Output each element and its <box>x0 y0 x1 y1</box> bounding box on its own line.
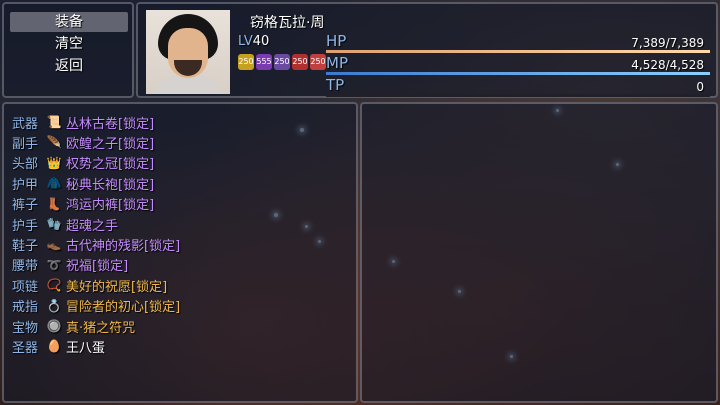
slot-type-label: 戒指 <box>12 300 39 316</box>
lock-tag: [锁定] <box>144 238 181 254</box>
equip-slot[interactable]: 副手 🪶 欧鳇之子 [锁定] <box>12 132 154 152</box>
purple-buff-icon: 250 <box>274 54 290 70</box>
slot-type-label: 腰带 <box>12 259 39 275</box>
purple-buff-icon: 555 <box>256 54 272 70</box>
lock-tag: [锁定] <box>118 116 155 132</box>
red-buff-icon: 250 <box>310 54 326 70</box>
item-name: 真·猪之符咒 <box>66 320 136 336</box>
hp-label: HP <box>326 32 347 50</box>
equip-slot[interactable]: 圣器 🥚 王八蛋 <box>12 336 105 356</box>
item-name: 祝福 <box>66 259 93 275</box>
slot-type-label: 护甲 <box>12 177 39 193</box>
slot-type-label: 鞋子 <box>12 238 39 254</box>
item-name: 超魂之手 <box>66 218 119 234</box>
slot-type-label: 裤子 <box>12 198 39 214</box>
equip-slot[interactable]: 武器 📜 丛林古卷 [锁定] <box>12 112 154 132</box>
hp-value: 7,389/7,389 <box>631 36 704 50</box>
tp-value: 0 <box>696 80 704 94</box>
command-equip[interactable]: 装备 <box>10 12 128 32</box>
egg-icon: 🥚 <box>46 339 62 354</box>
slot-type-label: 项链 <box>12 279 39 295</box>
lock-tag: [锁定] <box>118 157 155 173</box>
belt-icon: ➰ <box>46 257 62 272</box>
actor-level: LV40 <box>238 34 269 49</box>
robe-icon: 🧥 <box>46 176 62 191</box>
mp-label: MP <box>326 54 348 72</box>
item-detail-window <box>360 102 718 403</box>
equip-slot[interactable]: 鞋子 👞 古代神的残影 [锁定] <box>12 234 180 254</box>
slot-type-label: 圣器 <box>12 340 39 356</box>
red-buff-icon: 250 <box>292 54 308 70</box>
mp-value: 4,528/4,528 <box>631 58 704 72</box>
item-name: 古代神的残影 <box>66 238 145 254</box>
lock-tag: [锁定] <box>118 198 155 214</box>
boot-icon: 👢 <box>46 196 62 211</box>
glove-icon: 🧤 <box>46 217 62 231</box>
status-window: 窃格瓦拉·周 LV40 250 555 250 250 250 HP 7,389/7,3… <box>136 2 718 98</box>
mp-gauge-fill <box>326 72 710 75</box>
equipment-window: 武器 📜 丛林古卷 [锁定] 副手 🪶 欧鳇之子 [锁定] 头部 👑 权势之冠 [锁定] 护甲 🧥 秘典长袍… <box>2 102 358 403</box>
level-label: LV <box>238 34 253 49</box>
state-icons: 250 555 250 250 250 <box>238 54 326 70</box>
tp-label: TP <box>326 76 345 94</box>
item-name: 丛林古卷 <box>66 116 119 132</box>
feather-icon: 🪶 <box>46 135 62 150</box>
item-name: 冒险者的初心 <box>66 300 145 316</box>
lock-tag: [锁定] <box>118 136 155 152</box>
shoe-icon: 👞 <box>46 237 62 252</box>
lock-tag: [锁定] <box>118 177 155 193</box>
hp-gauge-fill <box>326 50 710 53</box>
tp-gauge <box>326 94 710 97</box>
command-clear[interactable]: 清空 <box>10 34 128 54</box>
item-name: 王八蛋 <box>66 340 106 356</box>
equip-slot[interactable]: 戒指 💍 冒险者的初心 [锁定] <box>12 296 180 316</box>
item-name: 美好的祝愿 <box>66 279 132 295</box>
hp-gauge <box>326 50 710 53</box>
equip-slot[interactable]: 腰带 ➰ 祝福 [锁定] <box>12 255 128 275</box>
lock-tag: [锁定] <box>144 300 181 316</box>
equip-slot[interactable]: 护手 🧤 超魂之手 <box>12 214 118 234</box>
item-name: 秘典长袍 <box>66 177 119 193</box>
equip-slot[interactable]: 护甲 🧥 秘典长袍 [锁定] <box>12 173 154 193</box>
scroll-icon: 📜 <box>46 115 62 129</box>
slot-type-label: 副手 <box>12 136 39 152</box>
level-value: 40 <box>252 34 270 49</box>
equip-slot[interactable]: 裤子 👢 鸿运内裤 [锁定] <box>12 194 154 214</box>
item-name: 权势之冠 <box>66 157 119 173</box>
necklace-icon: 📿 <box>46 278 62 293</box>
item-name: 鸿运内裤 <box>66 198 119 214</box>
slot-type-label: 宝物 <box>12 320 39 336</box>
mp-gauge <box>326 72 710 75</box>
equip-slot[interactable]: 宝物 🔘 真·猪之符咒 <box>12 316 135 336</box>
slot-type-label: 头部 <box>12 157 39 173</box>
command-back[interactable]: 返回 <box>10 56 128 76</box>
item-name: 欧鳇之子 <box>66 136 119 152</box>
slot-type-label: 武器 <box>12 116 39 132</box>
actor-name: 窃格瓦拉·周 <box>250 15 325 31</box>
command-window: 装备 清空 返回 <box>2 2 134 98</box>
crown-icon: 👑 <box>46 155 62 170</box>
talisman-icon: 🔘 <box>46 319 62 333</box>
equip-slot[interactable]: 项链 📿 美好的祝愿 [锁定] <box>12 275 167 295</box>
slot-type-label: 护手 <box>12 218 39 234</box>
equip-slot[interactable]: 头部 👑 权势之冠 [锁定] <box>12 153 154 173</box>
ring-icon: 💍 <box>46 298 62 313</box>
actor-portrait <box>146 10 230 94</box>
lock-tag: [锁定] <box>92 259 129 275</box>
lock-tag: [锁定] <box>131 279 168 295</box>
gold-buff-icon: 250 <box>238 54 254 70</box>
